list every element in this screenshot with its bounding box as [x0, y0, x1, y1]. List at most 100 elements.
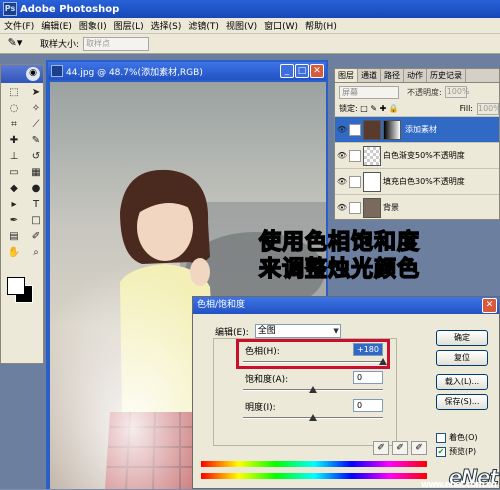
- zoom-icon[interactable]: ⌕: [26, 246, 46, 260]
- document-title: 44.jpg @ 48.7%(添加素材,RGB): [66, 67, 203, 78]
- close-icon[interactable]: ✕: [482, 298, 497, 313]
- fill-input[interactable]: 100%: [477, 102, 500, 115]
- saturation-label: 饱和度(A):: [245, 375, 289, 385]
- menu-edit[interactable]: 编辑(E): [41, 19, 72, 32]
- edit-label: 编辑(E):: [215, 327, 249, 338]
- menu-window[interactable]: 窗口(W): [264, 19, 298, 32]
- brightness-input[interactable]: 0: [353, 399, 383, 412]
- maximize-icon[interactable]: □: [295, 64, 309, 78]
- edit-select[interactable]: 全图: [254, 324, 341, 338]
- brightness-label: 明度(I):: [245, 403, 276, 413]
- layer-row[interactable]: 👁 填充白色30%不透明度: [335, 168, 499, 194]
- eye-icon[interactable]: 👁: [335, 203, 349, 212]
- brightness-slider-thumb[interactable]: [309, 414, 317, 421]
- eyedropper-plus-icon[interactable]: ✐: [392, 441, 408, 455]
- menu-file[interactable]: 文件(F): [4, 19, 34, 32]
- opacity-label: 不透明度:: [407, 87, 442, 97]
- enet-watermark: eNet www.enet.com.cn: [421, 465, 500, 490]
- menu-layer[interactable]: 图层(L): [114, 19, 144, 32]
- link-icon[interactable]: [349, 201, 361, 214]
- preview-checkbox[interactable]: ✔ 预览(P): [436, 446, 476, 457]
- layer-thumbnail: [363, 197, 381, 218]
- options-bar: ✎▾ 取样大小: 取样点: [0, 34, 500, 54]
- stamp-icon[interactable]: ⊥: [4, 150, 24, 164]
- dodge-icon[interactable]: ●: [26, 182, 46, 196]
- minimize-icon[interactable]: _: [280, 64, 294, 78]
- notes-icon[interactable]: ▤: [4, 230, 24, 244]
- layer-thumbnail: [363, 171, 381, 192]
- lock-label: 锁定:: [339, 104, 358, 113]
- move-icon[interactable]: ➤: [26, 86, 46, 100]
- menu-image[interactable]: 图象(I): [79, 19, 107, 32]
- hue-saturation-dialog: 色相/饱和度 ✕ 编辑(E): 全图 色相(H): +180 饱和度(A): 0…: [192, 296, 500, 489]
- saturation-input[interactable]: 0: [353, 371, 383, 384]
- fill-label: Fill:: [459, 104, 473, 113]
- eye-icon[interactable]: 👁: [335, 125, 349, 134]
- foreground-color-swatch[interactable]: [7, 277, 25, 295]
- menu-help[interactable]: 帮助(H): [305, 19, 337, 32]
- layer-name: 添加素材: [405, 125, 437, 134]
- path-select-icon[interactable]: ▸: [4, 198, 24, 212]
- save-button[interactable]: 保存(S)...: [436, 394, 488, 410]
- close-icon[interactable]: ✕: [310, 64, 324, 78]
- load-button[interactable]: 载入(L)...: [436, 374, 488, 390]
- layer-name: 背景: [383, 203, 399, 212]
- layers-panel: 图层 通道 路径 动作 历史记录 屏幕 不透明度: 100% 锁定: □ ✎ ✚…: [334, 68, 500, 220]
- link-icon[interactable]: [349, 123, 361, 136]
- layer-row[interactable]: 👁 白色渐变50%不透明度: [335, 142, 499, 168]
- blur-icon[interactable]: ◆: [4, 182, 24, 196]
- slice-icon[interactable]: ⟋: [26, 118, 46, 132]
- document-title-bar: 44.jpg @ 48.7%(添加素材,RGB) _ □ ✕: [48, 62, 326, 80]
- gradient-icon[interactable]: ▦: [26, 166, 46, 180]
- eyedropper-icon[interactable]: ✎▾: [4, 36, 26, 52]
- layer-mask-thumbnail[interactable]: [383, 119, 401, 140]
- colorize-box[interactable]: [436, 432, 446, 443]
- app-title: Adobe Photoshop: [20, 3, 120, 15]
- type-icon[interactable]: T: [26, 198, 46, 212]
- dialog-title: 色相/饱和度: [197, 300, 246, 310]
- lock-icons[interactable]: □ ✎ ✚ 🔒: [358, 104, 399, 113]
- tab-layers[interactable]: 图层: [335, 69, 358, 82]
- marquee-icon[interactable]: ⬚: [4, 86, 24, 100]
- ok-button[interactable]: 确定: [436, 330, 488, 346]
- eyedropper-icon[interactable]: ✐: [373, 441, 389, 455]
- preview-box[interactable]: ✔: [436, 446, 446, 457]
- colorize-checkbox[interactable]: 着色(O): [436, 432, 478, 443]
- layer-row[interactable]: 👁 添加素材: [335, 116, 499, 142]
- history-brush-icon[interactable]: ↺: [26, 150, 46, 164]
- eye-icon[interactable]: 👁: [335, 177, 349, 186]
- hand-icon[interactable]: ✋: [4, 246, 24, 260]
- highlight-box: [236, 339, 390, 369]
- opacity-input[interactable]: 100%: [444, 86, 470, 98]
- reset-button[interactable]: 复位: [436, 350, 488, 366]
- eyedropper-minus-icon[interactable]: ✐: [411, 441, 427, 455]
- layer-name: 白色渐变50%不透明度: [383, 151, 465, 160]
- saturation-slider-thumb[interactable]: [309, 386, 317, 393]
- tab-channels[interactable]: 通道: [358, 69, 381, 82]
- layer-name: 填充白色30%不透明度: [383, 177, 465, 186]
- crop-icon[interactable]: ⌗: [4, 118, 24, 132]
- blend-mode-select[interactable]: 屏幕: [339, 85, 399, 99]
- menu-select[interactable]: 选择(S): [151, 19, 182, 32]
- tab-history[interactable]: 历史记录: [427, 69, 466, 82]
- caption-line-1: 使用色相饱和度: [258, 229, 421, 256]
- menu-filter[interactable]: 滤镜(T): [188, 19, 219, 32]
- tool-grid: ⬚ ➤ ◌ ✧ ⌗ ⟋ ✚ ✎ ⊥ ↺ ▭ ▦ ◆ ● ▸ T ✒ □ ▤ ✐ ✋ ⌕: [1, 83, 43, 263]
- pen-icon[interactable]: ✒: [4, 214, 24, 228]
- brush-icon[interactable]: ✎: [26, 134, 46, 148]
- link-icon[interactable]: [349, 175, 361, 188]
- magic-wand-icon[interactable]: ✧: [26, 102, 46, 116]
- eraser-icon[interactable]: ▭: [4, 166, 24, 180]
- lasso-icon[interactable]: ◌: [4, 102, 24, 116]
- eyedropper-tool-icon[interactable]: ✐: [26, 230, 46, 244]
- shape-icon[interactable]: □: [26, 214, 46, 228]
- healing-icon[interactable]: ✚: [4, 134, 24, 148]
- tab-paths[interactable]: 路径: [381, 69, 404, 82]
- link-icon[interactable]: [349, 149, 361, 162]
- menu-bar: 文件(F) 编辑(E) 图象(I) 图层(L) 选择(S) 滤镜(T) 视图(V…: [0, 18, 500, 34]
- tab-actions[interactable]: 动作: [404, 69, 427, 82]
- menu-view[interactable]: 视图(V): [226, 19, 257, 32]
- sample-size-select[interactable]: 取样点: [83, 36, 150, 51]
- eye-icon[interactable]: 👁: [335, 151, 349, 160]
- layer-row[interactable]: 👁 背景: [335, 194, 499, 220]
